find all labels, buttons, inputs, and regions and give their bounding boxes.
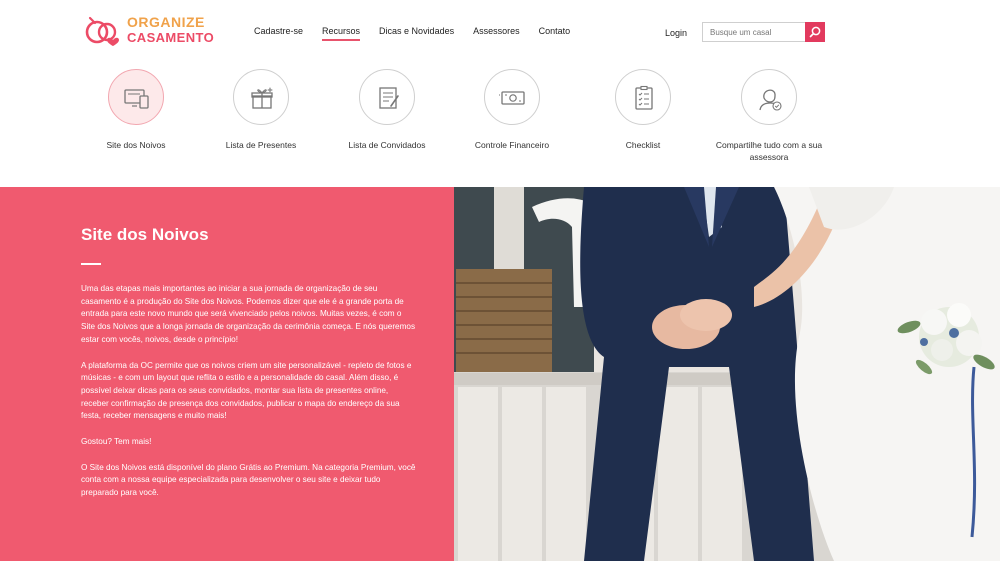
feature-icon-circle <box>233 69 289 125</box>
feature-icon-circle <box>484 69 540 125</box>
paragraph: O Site dos Noivos está disponível do pla… <box>81 462 416 498</box>
money-icon <box>499 91 525 105</box>
login-link[interactable]: Login <box>665 28 687 38</box>
logo-line-organize: ORGANIZE <box>127 14 205 30</box>
feature-label: Checklist <box>625 140 661 150</box>
guest-list-icon <box>379 87 399 109</box>
nav-item-assessores[interactable]: Assessores <box>473 26 520 41</box>
feature-label: Controle Financeiro <box>474 140 550 150</box>
feature-icon-circle <box>741 69 797 125</box>
paragraph: Uma das etapas mais importantes ao inici… <box>81 284 416 344</box>
search-icon <box>809 26 821 38</box>
website-devices-icon <box>124 89 149 109</box>
feature-controle-financeiro[interactable]: Controle Financeiro <box>449 66 575 151</box>
feature-checklist[interactable]: Checklist <box>580 66 706 151</box>
site-logo[interactable]: ORGANIZE CASAMENTO <box>84 12 214 48</box>
feature-label: Lista de Convidados <box>348 140 426 150</box>
wedding-couple-image <box>454 187 1000 561</box>
search-button[interactable] <box>805 22 825 42</box>
feature-compartilhe-assessora[interactable]: Compartilhe tudo com a sua assessora <box>706 66 832 163</box>
nav-item-contato[interactable]: Contato <box>539 26 571 41</box>
title-underline <box>81 263 101 265</box>
nav-item-recursos[interactable]: Recursos <box>322 26 361 41</box>
feature-icon-circle <box>615 69 671 125</box>
checklist-icon <box>635 85 653 110</box>
section-title: Site dos Noivos <box>81 225 209 244</box>
logo-line-casamento: CASAMENTO <box>127 30 215 45</box>
nav-item-dicas-e-novidades[interactable]: Dicas e Novidades <box>379 26 454 41</box>
paragraph: Gostou? Tem mais! <box>81 437 152 447</box>
advisor-icon <box>759 89 782 111</box>
search-input[interactable] <box>702 22 805 42</box>
main-nav: Cadastre-se Recursos Dicas e Novidades A… <box>254 26 570 41</box>
couple-photo <box>454 187 1000 561</box>
couple-search <box>702 22 825 42</box>
logo-wordmark: ORGANIZE CASAMENTO <box>127 14 215 46</box>
feature-label: Lista de Presentes <box>225 140 297 150</box>
nav-item-cadastre-se[interactable]: Cadastre-se <box>254 26 303 41</box>
feature-label: Site dos Noivos <box>106 140 166 150</box>
feature-icon-circle <box>108 69 164 125</box>
feature-icon-circle <box>359 69 415 125</box>
feature-detail-section: Site dos Noivos Uma das etapas mais impo… <box>0 187 1000 561</box>
logo-rings-icon <box>85 16 119 46</box>
section-body: Uma das etapas mais importantes ao inici… <box>81 283 417 513</box>
feature-lista-de-presentes[interactable]: Lista de Presentes <box>198 66 324 151</box>
features-row: Site dos Noivos Lista de Presentes Lista <box>60 66 880 181</box>
paragraph: A plataforma da OC permite que os noivos… <box>81 360 412 421</box>
feature-site-dos-noivos[interactable]: Site dos Noivos <box>73 66 199 151</box>
feature-label: Compartilhe tudo com a sua assessora <box>715 140 823 162</box>
gift-icon <box>251 87 273 109</box>
text-panel: Site dos Noivos Uma das etapas mais impo… <box>0 187 454 561</box>
site-header: ORGANIZE CASAMENTO Cadastre-se Recursos … <box>0 0 1000 62</box>
feature-lista-de-convidados[interactable]: Lista de Convidados <box>324 66 450 151</box>
